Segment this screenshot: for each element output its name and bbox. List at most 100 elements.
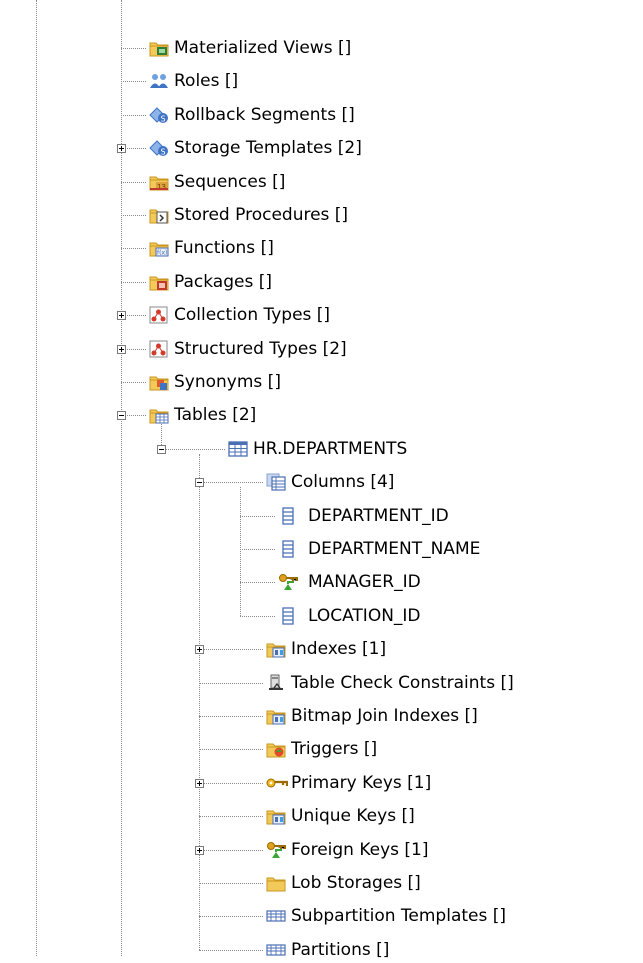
- foreign-key-column-icon: [278, 573, 298, 591]
- tree-guide-line: [240, 487, 241, 616]
- tree-connector: [240, 582, 275, 584]
- tree-node-label: Unique Keys []: [291, 806, 415, 827]
- structured-type-icon: [149, 340, 169, 358]
- tree-connector: [199, 482, 263, 484]
- expand-toggle-icon[interactable]: [195, 778, 204, 788]
- tree-node[interactable]: Synonyms []: [149, 369, 281, 395]
- tree-node-label: Subpartition Templates []: [291, 906, 507, 927]
- index-folder-icon: [266, 640, 286, 658]
- table-icon: [228, 440, 248, 458]
- tree-connector: [199, 883, 263, 884]
- tree-node[interactable]: Roles []: [149, 68, 238, 94]
- tree-node[interactable]: Indexes [1]: [266, 636, 386, 662]
- expand-toggle-icon[interactable]: [117, 144, 126, 154]
- tree-node[interactable]: S Rollback Segments []: [149, 102, 355, 128]
- tree-node[interactable]: DEPARTMENT_NAME: [278, 536, 480, 562]
- tree-node[interactable]: Subpartition Templates []: [266, 903, 506, 929]
- column-icon: [278, 540, 298, 558]
- storage-template-icon: S: [149, 139, 169, 157]
- svg-text:f(x): f(x): [157, 250, 167, 257]
- tree-node[interactable]: Table Check Constraints []: [266, 670, 514, 696]
- tree-node-label: Primary Keys [1]: [291, 772, 432, 793]
- column-icon: [278, 506, 298, 525]
- tree-node[interactable]: Primary Keys [1]: [266, 770, 431, 796]
- columns-icon: [266, 473, 286, 491]
- tree-node-label: Synonyms []: [174, 372, 281, 392]
- tree-guide-line: [199, 453, 200, 950]
- tree-node-label: Columns [4]: [291, 472, 395, 493]
- tree-node-label: Collection Types []: [174, 305, 331, 326]
- expand-toggle-icon[interactable]: [195, 645, 204, 655]
- collapse-toggle-icon[interactable]: [157, 444, 166, 454]
- tree-node[interactable]: Collection Types []: [149, 302, 330, 328]
- tree-node-label: Storage Templates [2]: [174, 138, 362, 159]
- tree-node-label: Roles []: [174, 71, 239, 92]
- tree-node[interactable]: Triggers []: [266, 736, 377, 762]
- tree-node[interactable]: Columns [4]: [266, 469, 394, 495]
- collapse-toggle-icon[interactable]: [117, 411, 126, 421]
- tree-node[interactable]: DEPARTMENT_ID: [278, 503, 449, 529]
- expand-toggle-icon[interactable]: [117, 344, 126, 354]
- tree-connector: [199, 916, 263, 918]
- tree-node[interactable]: HR.DEPARTMENTS: [228, 436, 407, 462]
- stored-procedure-folder-icon: [149, 206, 169, 224]
- primary-key-icon: [266, 774, 288, 792]
- roles-icon: [149, 72, 169, 90]
- column-icon: [278, 607, 298, 625]
- package-folder-icon: [149, 273, 169, 291]
- tree-connector: [199, 782, 263, 784]
- tree-node-label: Foreign Keys [1]: [291, 839, 429, 860]
- tree-node[interactable]: f(x) Functions []: [149, 235, 274, 261]
- tree-node[interactable]: Stored Procedures []: [149, 202, 348, 228]
- expand-toggle-icon[interactable]: [195, 845, 204, 855]
- tree-node-label: LOCATION_ID: [308, 605, 421, 626]
- tree-node-label: Functions []: [174, 238, 274, 259]
- collection-type-icon: [149, 306, 169, 324]
- tree-node-label: Bitmap Join Indexes []: [291, 706, 478, 726]
- tree-node[interactable]: Packages []: [149, 269, 272, 295]
- collapse-toggle-icon[interactable]: [195, 478, 204, 488]
- tree-node-label: Structured Types [2]: [174, 338, 347, 359]
- tree-node-label: Rollback Segments []: [174, 104, 355, 125]
- table-folder-icon: [149, 406, 169, 424]
- tree-node[interactable]: Materialized Views []: [149, 35, 351, 61]
- tree-guide-line: [36, 0, 37, 956]
- tree-node-label: MANAGER_ID: [308, 572, 421, 593]
- tree-node[interactable]: Bitmap Join Indexes []: [266, 703, 478, 729]
- tree-node-label: DEPARTMENT_NAME: [308, 539, 481, 559]
- tree-node[interactable]: Partitions []: [266, 937, 389, 963]
- tree-connector: [121, 382, 146, 383]
- tree-node-label: Lob Storages []: [291, 873, 421, 893]
- tree-connector: [199, 716, 263, 717]
- check-constraint-icon: [266, 674, 286, 692]
- tree-node[interactable]: Structured Types [2]: [149, 336, 347, 362]
- tree-node[interactable]: Tables [2]: [149, 402, 256, 428]
- tree-node[interactable]: 13 Sequences []: [149, 169, 285, 195]
- svg-text:S: S: [161, 114, 166, 123]
- tree-connector: [121, 48, 146, 49]
- tree-connector: [199, 649, 263, 651]
- tree-connector: [199, 949, 263, 951]
- tree-node-label: Triggers []: [291, 739, 378, 760]
- tree-connector: [240, 549, 275, 550]
- tree-connector: [240, 615, 275, 617]
- tree-node[interactable]: Lob Storages []: [266, 870, 421, 896]
- tree-node[interactable]: S Storage Templates [2]: [149, 135, 362, 161]
- tree-node[interactable]: LOCATION_ID: [278, 603, 421, 629]
- tree-connector: [199, 816, 263, 818]
- tree-node[interactable]: Unique Keys []: [266, 803, 415, 829]
- expand-toggle-icon[interactable]: [117, 311, 126, 321]
- tree-connector: [121, 81, 146, 83]
- tree-connector: [161, 448, 225, 450]
- tree-node[interactable]: Foreign Keys [1]: [266, 837, 429, 863]
- tree-node-label: Indexes [1]: [291, 639, 387, 660]
- tree-node-label: Partitions []: [291, 939, 390, 960]
- tree-node-label: Packages []: [174, 271, 272, 292]
- tree-connector: [121, 181, 146, 183]
- foreign-key-icon: [266, 841, 286, 859]
- partition-icon: [266, 941, 286, 959]
- tree-node[interactable]: MANAGER_ID: [278, 569, 421, 595]
- tree-connector: [199, 749, 263, 751]
- rollback-segment-icon: S: [149, 106, 169, 124]
- subpartition-template-icon: [266, 907, 286, 925]
